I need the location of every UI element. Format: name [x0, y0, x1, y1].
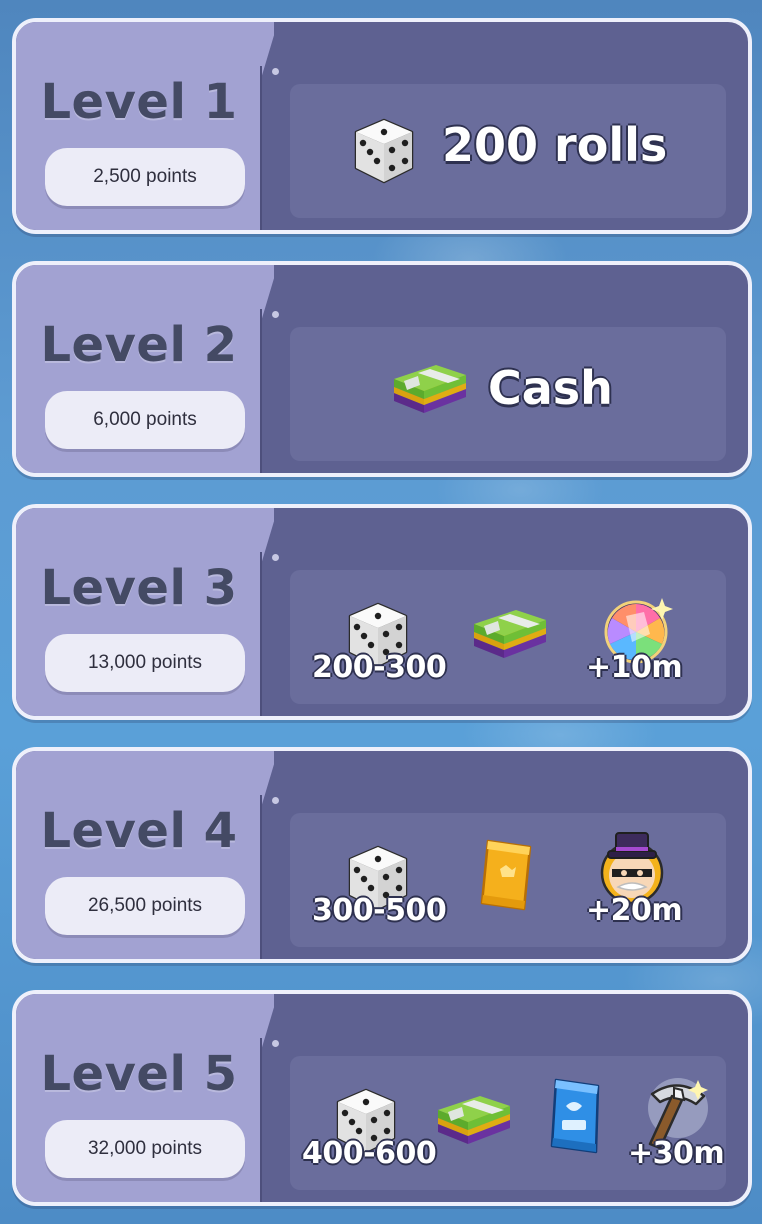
reward-rolls-label: 200 rolls — [442, 118, 668, 172]
level-title: Level 4 — [40, 803, 238, 859]
panel-dot — [272, 1040, 279, 1047]
points-badge: 32,000 points — [45, 1120, 245, 1178]
panel-dot — [272, 68, 279, 75]
level-title: Level 3 — [40, 560, 238, 616]
reward-box: Cash — [290, 327, 726, 461]
cash-stack-icon — [438, 1096, 510, 1144]
level-card-4: Level 4 26,500 points 300-500 +20m — [12, 747, 752, 963]
level-card-1: Level 1 2,500 points 200 rolls — [12, 18, 752, 234]
level-title: Level 1 — [40, 74, 238, 130]
points-badge: 13,000 points — [45, 634, 245, 692]
level-card-5: Level 5 32,000 points 400-600 +30m — [12, 990, 752, 1206]
reward-cash-label: Cash — [488, 361, 613, 415]
dice-icon — [354, 118, 414, 184]
level-card-3: Level 3 13,000 points 200-300 +10m — [12, 504, 752, 720]
dice-range-label: 400-600 — [302, 1136, 437, 1171]
cash-stack-icon — [394, 365, 466, 413]
level-title: Level 5 — [40, 1046, 238, 1102]
points-badge: 6,000 points — [45, 391, 245, 449]
cash-stack-icon — [474, 610, 546, 658]
points-badge: 2,500 points — [45, 148, 245, 206]
panel-dot — [272, 554, 279, 561]
dice-range-label: 300-500 — [312, 893, 447, 928]
bonus-label: +30m — [628, 1136, 725, 1171]
bonus-label: +20m — [586, 893, 683, 928]
panel-dot — [272, 311, 279, 318]
reward-box: 200 rolls — [290, 84, 726, 218]
sticker-pack-gold-icon — [480, 839, 532, 911]
dice-range-label: 200-300 — [312, 650, 447, 685]
reward-box: 200-300 +10m — [290, 570, 726, 704]
level-title: Level 2 — [40, 317, 238, 373]
points-badge: 26,500 points — [45, 877, 245, 935]
sticker-pack-blue-icon — [550, 1078, 600, 1154]
bonus-label: +10m — [586, 650, 683, 685]
reward-box: 300-500 +20m — [290, 813, 726, 947]
panel-dot — [272, 797, 279, 804]
reward-box: 400-600 +30m — [290, 1056, 726, 1190]
level-card-2: Level 2 6,000 points Cash — [12, 261, 752, 477]
